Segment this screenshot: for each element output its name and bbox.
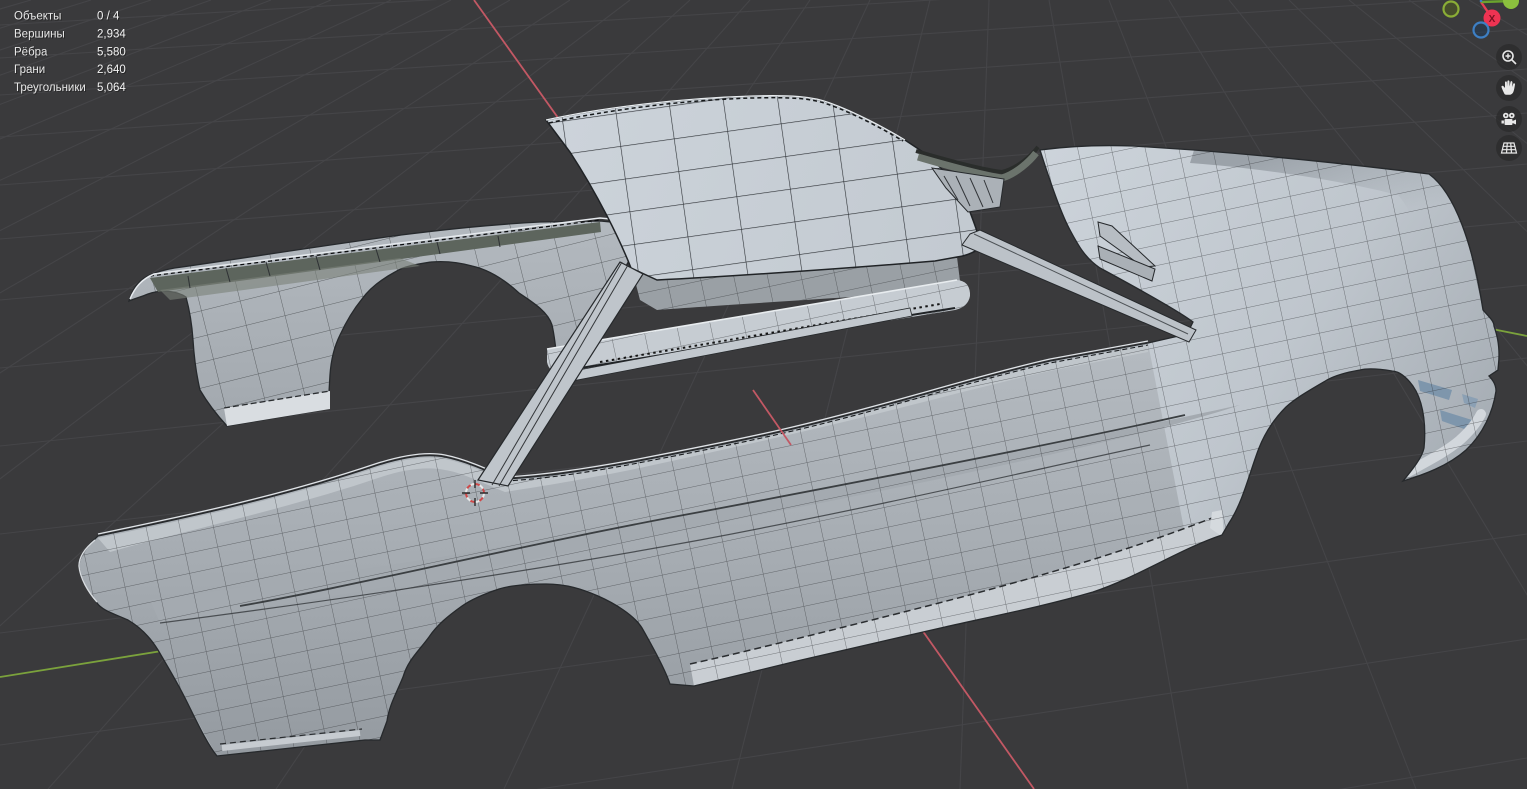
svg-text:2,640: 2,640	[97, 64, 126, 76]
svg-text:0 / 4: 0 / 4	[97, 11, 120, 23]
svg-text:Треугольники: Треугольники	[14, 82, 86, 94]
svg-text:5,064: 5,064	[97, 82, 126, 94]
svg-text:5,580: 5,580	[97, 46, 126, 58]
svg-text:2,934: 2,934	[97, 28, 126, 40]
svg-text:Грани: Грани	[14, 64, 45, 76]
svg-text:X: X	[1489, 14, 1496, 25]
svg-text:Рёбра: Рёбра	[14, 46, 48, 58]
svg-text:Объекты: Объекты	[14, 11, 61, 23]
svg-text:Вершины: Вершины	[14, 28, 65, 40]
